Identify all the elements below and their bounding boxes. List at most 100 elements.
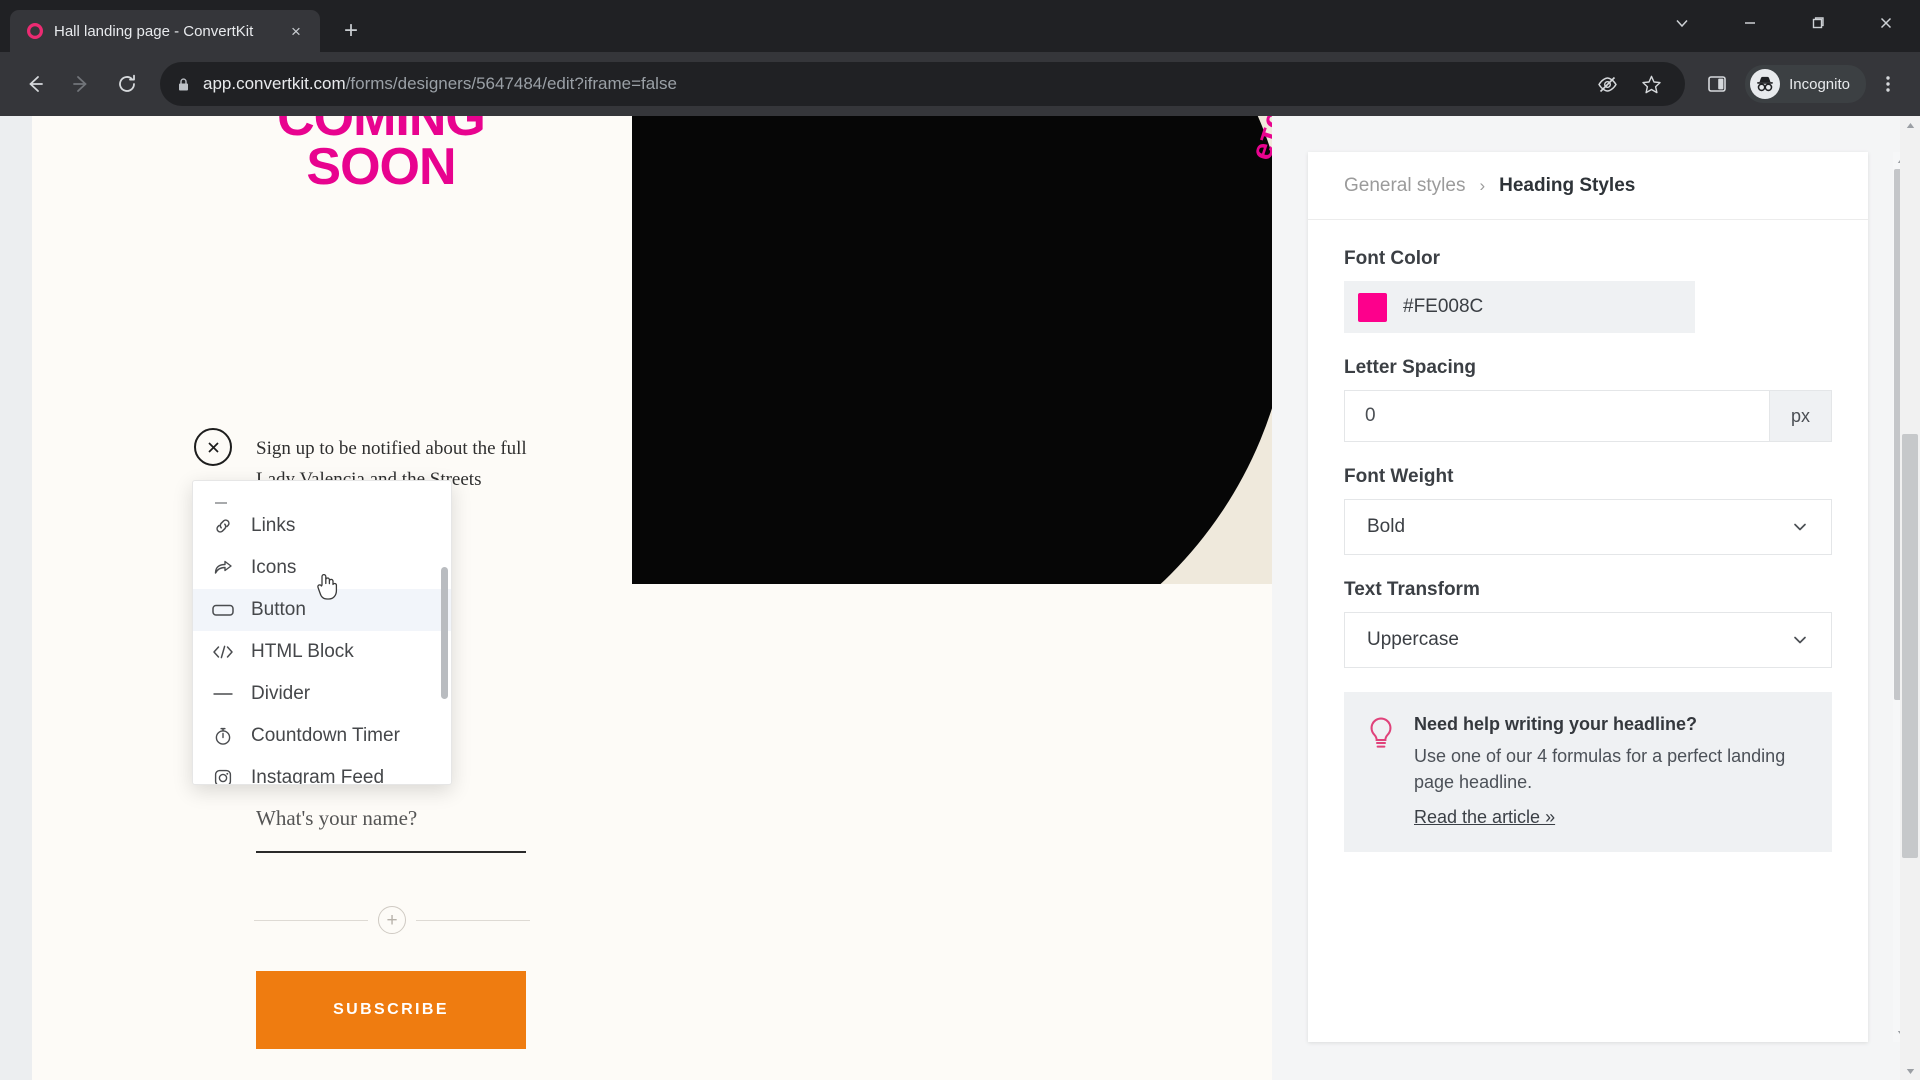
chevron-down-icon[interactable] xyxy=(1791,518,1809,536)
block-picker-item-label: Button xyxy=(251,599,306,620)
forward-arrow-icon[interactable] xyxy=(60,63,102,105)
font-color-label: Font Color xyxy=(1344,248,1441,269)
lightbulb-icon xyxy=(1366,714,1396,828)
page-viewport: етс COMING SOON Sign up to be notified a… xyxy=(0,116,1920,1080)
font-weight-value: Bold xyxy=(1367,516,1406,537)
font-color-group: Font Color #FE008C xyxy=(1344,248,1832,333)
font-weight-select[interactable]: Bold xyxy=(1344,499,1832,555)
font-weight-label: Font Weight xyxy=(1344,466,1454,487)
three-dot-menu-icon[interactable] xyxy=(1870,66,1906,102)
page-scroll-down-arrow-icon[interactable] xyxy=(1900,1062,1920,1080)
share-arrow-icon xyxy=(211,558,235,578)
block-picker-item-divider[interactable]: Divider xyxy=(193,673,451,715)
close-circle-icon[interactable] xyxy=(194,428,232,466)
text-transform-group: Text Transform Uppercase xyxy=(1344,579,1832,668)
url-path: /forms/designers/5647484/edit?iframe=fal… xyxy=(345,74,677,93)
vinyl-disc-graphic xyxy=(622,116,1272,584)
add-row-left-rule xyxy=(254,919,368,921)
incognito-label: Incognito xyxy=(1789,75,1850,93)
name-field-label[interactable]: What's your name? xyxy=(256,806,528,831)
letter-spacing-input[interactable]: 0 px xyxy=(1344,390,1832,442)
incognito-profile-chip[interactable]: Incognito xyxy=(1745,65,1866,103)
font-color-value: #FE008C xyxy=(1403,296,1484,317)
block-picker-list: Links Icons Button HTML Block Divider Co… xyxy=(193,481,451,785)
text-transform-value: Uppercase xyxy=(1367,629,1459,650)
page-scrollbar-thumb[interactable] xyxy=(1902,434,1918,859)
partial-row-icon xyxy=(211,495,235,505)
tab-strip: Hall landing page - ConvertKit × + xyxy=(0,0,1920,52)
subscribe-button[interactable]: SUBSCRIBE xyxy=(256,971,526,1049)
url-domain: app.convertkit.com xyxy=(203,74,346,93)
incognito-icon xyxy=(1750,69,1781,99)
block-picker-item-links[interactable]: Links xyxy=(193,505,451,547)
block-picker-item-icons[interactable]: Icons xyxy=(193,547,451,589)
divider-line-icon xyxy=(211,689,235,699)
viewport-left-gutter xyxy=(0,116,32,1080)
headline-tip-title: Need help writing your headline? xyxy=(1414,714,1698,734)
url-text: app.convertkit.com/forms/designers/56474… xyxy=(203,74,677,94)
hero-image-area: етс xyxy=(622,116,1272,584)
browser-toolbar: app.convertkit.com/forms/designers/56474… xyxy=(0,52,1920,116)
headline-tip-content: Need help writing your headline? Use one… xyxy=(1414,714,1806,828)
headline-tip-link[interactable]: Read the article » xyxy=(1414,807,1555,827)
block-picker-item-countdown-timer[interactable]: Countdown Timer xyxy=(193,715,451,757)
plus-icon[interactable]: + xyxy=(378,906,406,934)
chevron-down-icon[interactable] xyxy=(1791,631,1809,649)
tab-close-icon[interactable]: × xyxy=(284,19,308,43)
timer-icon xyxy=(211,726,235,746)
letter-spacing-group: Letter Spacing 0 px xyxy=(1344,357,1832,442)
minimize-icon[interactable] xyxy=(1716,0,1784,46)
reload-icon[interactable] xyxy=(106,63,148,105)
close-icon[interactable] xyxy=(1852,0,1920,46)
eye-slash-icon[interactable] xyxy=(1589,66,1625,102)
lock-icon xyxy=(176,77,191,92)
page-heading[interactable]: COMING SOON xyxy=(256,116,506,193)
letter-spacing-value[interactable]: 0 xyxy=(1345,391,1769,441)
letter-spacing-unit: px xyxy=(1769,391,1831,441)
side-panel-icon[interactable] xyxy=(1699,66,1735,102)
headline-tip-box: Need help writing your headline? Use one… xyxy=(1344,692,1832,853)
block-picker-item-button[interactable]: Button xyxy=(193,589,451,631)
letter-spacing-label: Letter Spacing xyxy=(1344,357,1476,378)
block-picker-item-html-block[interactable]: HTML Block xyxy=(193,631,451,673)
browser-window: Hall landing page - ConvertKit × + app.c… xyxy=(0,0,1920,1080)
font-weight-group: Font Weight Bold xyxy=(1344,466,1832,555)
star-icon[interactable] xyxy=(1633,66,1669,102)
maximize-icon[interactable] xyxy=(1784,0,1852,46)
settings-panel-card: General styles › Heading Styles Font Col… xyxy=(1308,152,1868,1042)
new-tab-button[interactable]: + xyxy=(334,14,368,48)
breadcrumb-current: Heading Styles xyxy=(1499,174,1636,196)
hero-below-area xyxy=(622,584,1272,1080)
text-transform-select[interactable]: Uppercase xyxy=(1344,612,1832,668)
block-picker-item-label: Divider xyxy=(251,683,311,704)
headline-tip-text: Use one of our 4 formulas for a perfect … xyxy=(1414,746,1786,793)
breadcrumb-parent[interactable]: General styles xyxy=(1344,175,1465,197)
block-picker-item-label: Links xyxy=(251,515,296,536)
link-icon xyxy=(211,516,235,536)
address-bar[interactable]: app.convertkit.com/forms/designers/56474… xyxy=(160,62,1686,106)
add-row-right-rule xyxy=(416,919,530,921)
window-controls xyxy=(1648,0,1920,46)
page-scrollbar[interactable] xyxy=(1900,116,1920,1080)
block-picker-item-label: Icons xyxy=(251,557,297,578)
block-picker-item-label: Countdown Timer xyxy=(251,725,400,746)
add-block-row[interactable]: + xyxy=(254,906,530,934)
name-field-underline[interactable] xyxy=(256,851,526,853)
breadcrumb: General styles › Heading Styles xyxy=(1308,152,1868,220)
block-picker-scrollbar-thumb[interactable] xyxy=(441,567,448,699)
chevron-down-icon[interactable] xyxy=(1648,0,1716,46)
back-arrow-icon[interactable] xyxy=(14,63,56,105)
color-swatch[interactable] xyxy=(1358,292,1387,322)
page-scroll-up-arrow-icon[interactable] xyxy=(1900,116,1920,134)
code-icon xyxy=(211,644,235,660)
omnibox-actions xyxy=(1589,66,1669,102)
block-picker-item-partial[interactable] xyxy=(193,481,451,505)
button-rect-icon xyxy=(211,603,235,617)
block-picker-item-label: Instagram Feed xyxy=(251,767,385,785)
block-picker-item-instagram-feed[interactable]: Instagram Feed xyxy=(193,757,451,785)
browser-tab[interactable]: Hall landing page - ConvertKit × xyxy=(10,10,320,52)
font-color-input[interactable]: #FE008C xyxy=(1344,281,1696,333)
block-picker-dropdown[interactable]: Links Icons Button HTML Block Divider Co… xyxy=(192,480,452,785)
tab-title: Hall landing page - ConvertKit xyxy=(54,22,254,40)
settings-panel-body: Font Color #FE008C Letter Spacing 0 px F… xyxy=(1308,220,1868,1042)
